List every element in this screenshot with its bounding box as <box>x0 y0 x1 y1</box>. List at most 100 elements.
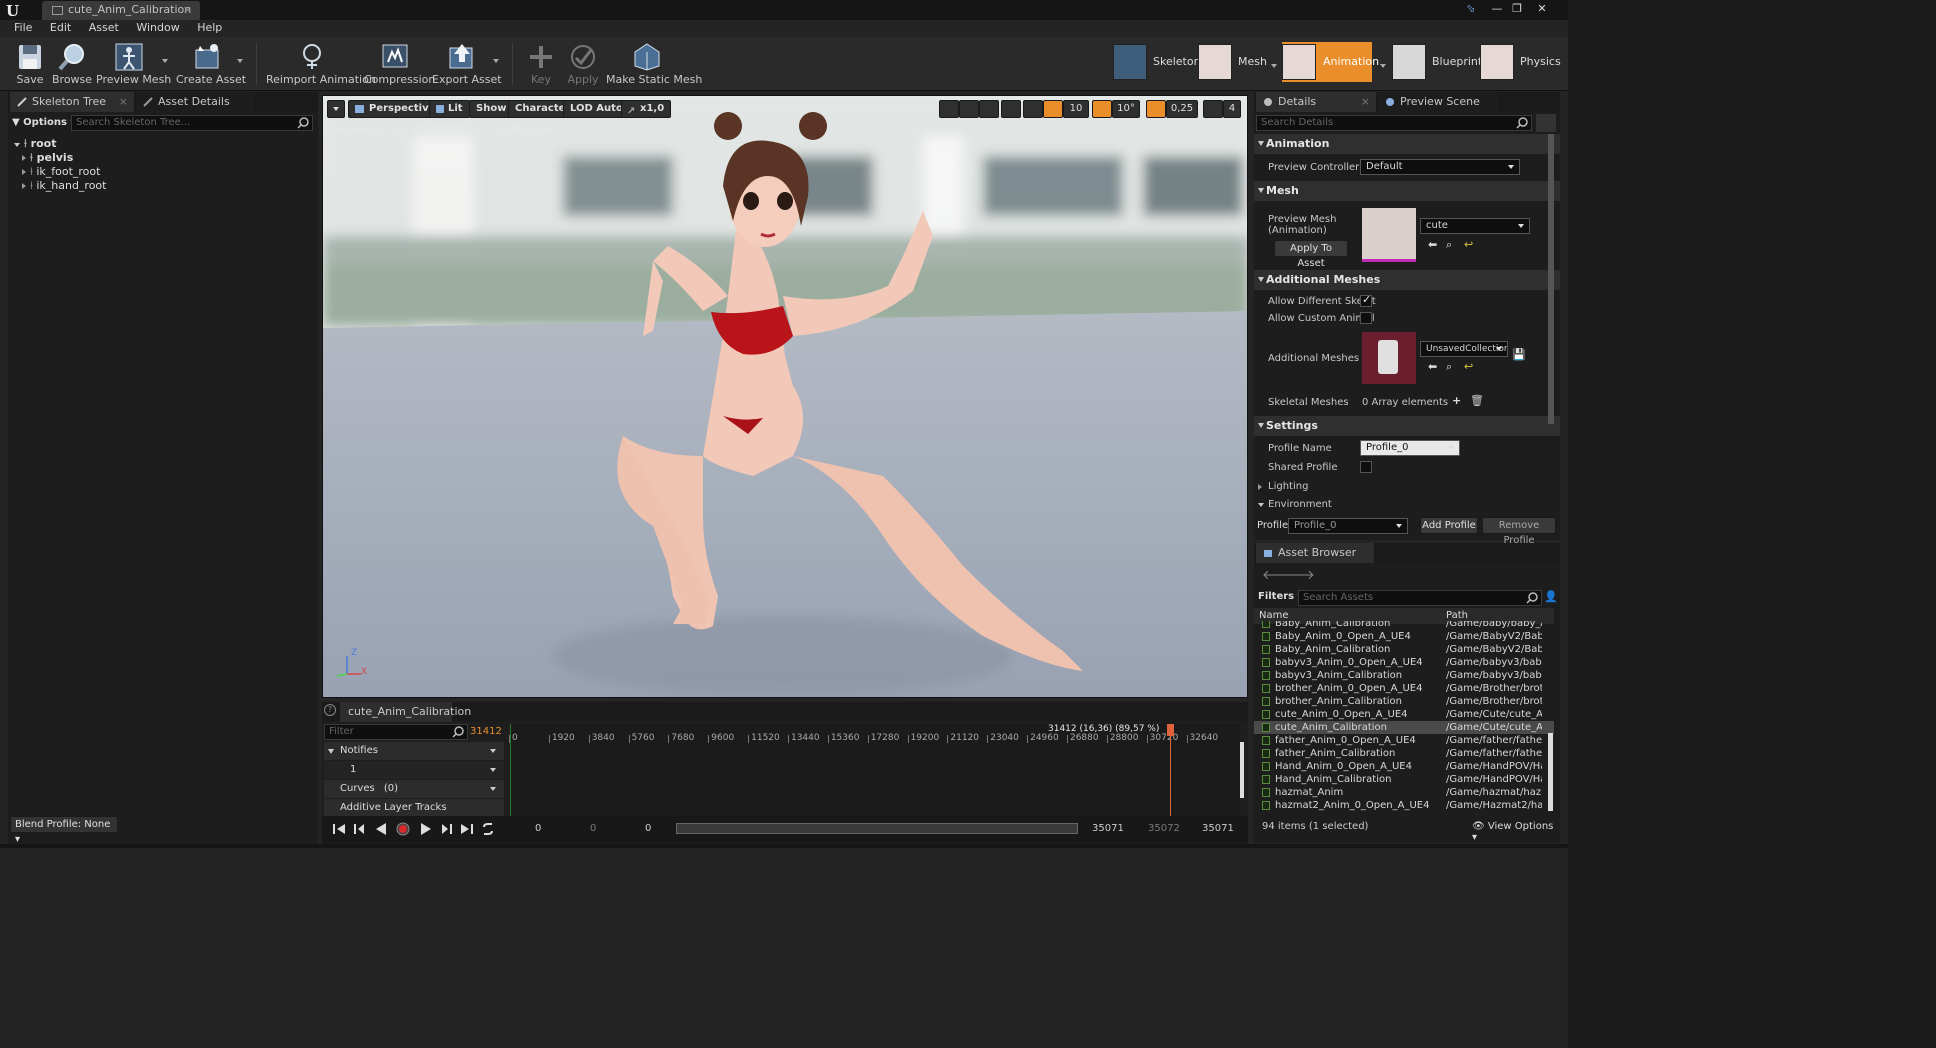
animation-section-header[interactable]: Animation <box>1254 134 1560 154</box>
export-asset-dropdown[interactable] <box>493 59 499 63</box>
menu-asset[interactable]: Asset <box>75 20 119 34</box>
asset-row[interactable]: hazmat_Anim/Game/hazmat/hazn <box>1254 786 1554 799</box>
timeline-tab[interactable]: cute_Anim_Calibration <box>340 702 471 722</box>
menu-edit[interactable]: Edit <box>36 20 71 34</box>
apply-button[interactable]: Apply <box>566 39 600 89</box>
reset-icon[interactable]: ↩ <box>1464 238 1473 251</box>
tab-details[interactable]: Details × <box>1256 92 1376 112</box>
details-search-input[interactable]: Search Details <box>1256 115 1532 131</box>
compression-button[interactable]: Compression <box>364 39 435 89</box>
view-end-value[interactable]: 35071 <box>1202 823 1234 834</box>
preview-controller-combo[interactable]: Default <box>1360 159 1520 175</box>
asset-row[interactable]: father_Anim_0_Open_A_UE4/Game/father/fat… <box>1254 734 1554 747</box>
create-asset-dropdown[interactable] <box>237 59 243 63</box>
browse-button[interactable]: Browse <box>52 39 92 89</box>
close-tab-icon[interactable]: × <box>183 1 192 19</box>
skeleton-search-input[interactable]: Search Skeleton Tree... <box>71 115 313 131</box>
chevron-down-icon[interactable] <box>490 787 496 791</box>
play-icon[interactable] <box>419 822 433 836</box>
asset-row[interactable]: babyv3_Anim_0_Open_A_UE4/Game/babyv3/bab… <box>1254 656 1554 669</box>
preview-mesh-dropdown[interactable] <box>162 59 168 63</box>
play-reverse-icon[interactable] <box>374 822 388 836</box>
range-view-start-value[interactable]: 0 <box>590 823 596 834</box>
camera-speed-value[interactable]: 4 <box>1223 100 1241 118</box>
asset-row[interactable]: Hand_Anim_Calibration/Game/HandPOV/Ha <box>1254 773 1554 786</box>
lit-button[interactable]: Lit <box>429 100 470 118</box>
mode-physics[interactable]: Physics <box>1480 42 1561 82</box>
tab-asset-browser[interactable]: Asset Browser <box>1256 543 1374 563</box>
collapse-arrow-icon[interactable] <box>328 749 334 754</box>
expand-arrow-icon[interactable] <box>22 169 26 175</box>
document-tab[interactable]: cute_Anim_Calibration × <box>42 1 200 20</box>
asset-row[interactable]: cute_Anim_Calibration/Game/Cute/cute_An <box>1254 721 1554 734</box>
help-icon[interactable]: ? <box>324 704 336 716</box>
trash-icon[interactable]: 🗑 <box>1470 394 1484 407</box>
close-window-button[interactable]: ✕ <box>1533 2 1551 16</box>
asset-row[interactable]: brother_Anim_Calibration/Game/Brother/br… <box>1254 695 1554 708</box>
viewport-options-dropdown[interactable] <box>327 100 345 118</box>
scale-tool-icon[interactable] <box>979 100 999 118</box>
lod-auto-button[interactable]: LOD Auto <box>563 100 630 118</box>
asset-list-scrollbar[interactable] <box>1548 733 1553 811</box>
scale-snap-icon[interactable] <box>1146 100 1166 118</box>
preview-viewport[interactable]: Perspective Lit Show Character LOD Auto … <box>322 95 1248 698</box>
save-collection-icon[interactable]: 💾 <box>1512 348 1526 361</box>
collapse-arrow-icon[interactable] <box>14 143 20 147</box>
step-forward-icon[interactable] <box>440 822 454 836</box>
preview-mesh-button[interactable]: Preview Mesh <box>96 39 171 89</box>
chevron-down-icon[interactable] <box>490 749 496 753</box>
add-profile-button[interactable]: Add Profile <box>1420 517 1478 534</box>
key-button[interactable]: Key <box>526 39 556 89</box>
menu-file[interactable]: File <box>0 20 32 34</box>
camera-speed-icon[interactable] <box>1203 100 1223 118</box>
grid-snap-value[interactable]: 10 <box>1063 100 1089 118</box>
blend-profile-dropdown[interactable]: Blend Profile: None ▾ <box>10 816 118 845</box>
lighting-category[interactable]: Lighting <box>1254 479 1554 495</box>
loop-icon[interactable] <box>481 822 495 836</box>
scale-snap-value[interactable]: 0,25 <box>1166 100 1198 118</box>
rotation-snap-value[interactable]: 10° <box>1112 100 1140 118</box>
tab-asset-details[interactable]: Asset Details <box>136 92 254 112</box>
rotation-snap-icon[interactable] <box>1092 100 1112 118</box>
playback-speed-button[interactable]: ↗ x1,0 <box>621 100 672 118</box>
asset-row[interactable]: hazmat2_Anim_0_Open_A_UE4/Game/Hazmat2/h… <box>1254 799 1554 812</box>
browse-asset-icon[interactable]: ⌕ <box>1446 238 1452 252</box>
bone-row-ik-hand-root[interactable]: ⟊ ik_hand_root <box>22 179 106 193</box>
allow-custom-checkbox[interactable] <box>1360 312 1372 324</box>
asset-row[interactable]: Hand_Anim_0_Open_A_UE4/Game/HandPOV/Ha <box>1254 760 1554 773</box>
forward-arrow-icon[interactable]: 🡒 <box>1280 567 1315 583</box>
asset-row[interactable]: Baby_Anim_0_Open_A_UE4/Game/BabyV2/Baby <box>1254 630 1554 643</box>
additional-meshes-section-header[interactable]: Additional Meshes <box>1254 270 1560 290</box>
details-scrollbar[interactable] <box>1548 134 1554 424</box>
skip-to-start-icon[interactable] <box>332 822 346 836</box>
timeline-filter-input[interactable]: Filter <box>324 724 468 740</box>
asset-row[interactable]: babyv3_Anim_Calibration/Game/babyv3/baby <box>1254 669 1554 682</box>
settings-section-header[interactable]: Settings <box>1254 416 1560 436</box>
property-matrix-icon[interactable] <box>1536 114 1556 132</box>
mode-animation[interactable]: Animation <box>1282 42 1379 82</box>
chevron-down-icon[interactable] <box>490 768 496 772</box>
range-work-start-value[interactable]: 0 <box>645 823 651 834</box>
menu-window[interactable]: Window <box>122 20 179 34</box>
browse-asset-icon[interactable]: ⌕ <box>1446 360 1452 374</box>
asset-row[interactable]: father_Anim_Calibration/Game/father/fath… <box>1254 747 1554 760</box>
additive-layer-tracks-header[interactable]: Additive Layer Tracks <box>324 799 504 817</box>
close-tab-icon[interactable]: × <box>1361 92 1370 112</box>
step-back-icon[interactable] <box>352 822 366 836</box>
additional-meshes-combo[interactable]: UnsavedCollection <box>1420 341 1508 357</box>
mode-blueprint[interactable]: Blueprint <box>1392 42 1482 82</box>
make-static-mesh-button[interactable]: Make Static Mesh <box>606 39 702 89</box>
use-selected-arrow-icon[interactable]: ⬅ <box>1428 360 1437 373</box>
surface-snap-icon[interactable] <box>1023 100 1043 118</box>
tab-skeleton-tree[interactable]: Skeleton Tree × <box>10 92 134 112</box>
apply-to-asset-button[interactable]: Apply To Asset <box>1274 240 1348 269</box>
range-start-value[interactable]: 0 <box>535 823 541 834</box>
tab-preview-scene-settings[interactable]: Preview Scene Sett <box>1378 92 1498 128</box>
use-selected-arrow-icon[interactable]: ⬅ <box>1428 238 1437 251</box>
notification-icon[interactable]: ⬂ <box>1462 2 1480 16</box>
lock-icon[interactable]: 👤 <box>1544 590 1558 603</box>
mode-mesh[interactable]: Mesh <box>1198 42 1270 82</box>
menu-help[interactable]: Help <box>183 20 222 34</box>
expand-arrow-icon[interactable] <box>22 155 26 161</box>
bone-row-ik-foot-root[interactable]: ⟊ ik_foot_root <box>22 165 100 179</box>
